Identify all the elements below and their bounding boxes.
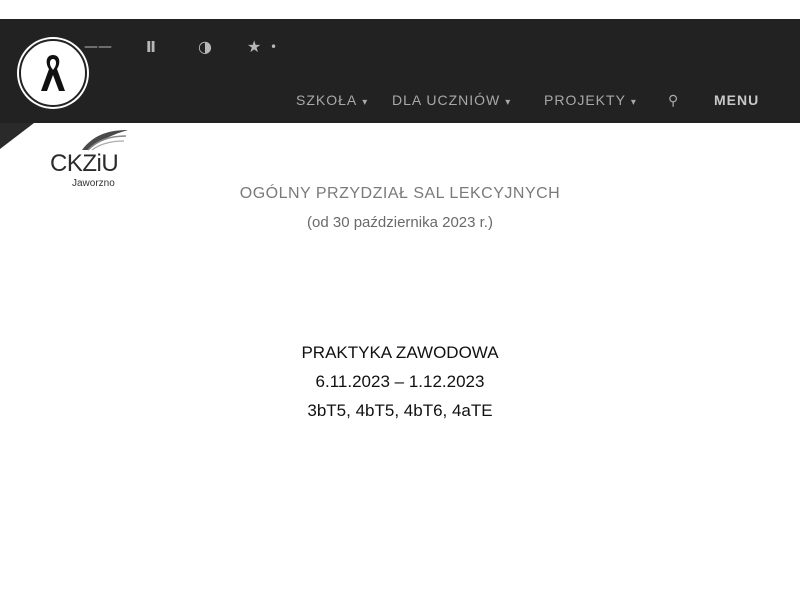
logo-text: CKZiU	[50, 150, 119, 177]
menu-button[interactable]: MENU	[714, 85, 759, 115]
logo-swoosh-icon	[82, 130, 128, 151]
accessibility-icon[interactable]: ★	[247, 35, 269, 59]
practice-dates: 6.11.2023 – 1.12.2023	[315, 372, 485, 391]
nav-item-label: DLA UCZNIÓW	[392, 92, 501, 108]
chevron-down-icon: ▾	[362, 97, 369, 108]
nav-item-projekty[interactable]: PROJEKTY ▾	[544, 85, 637, 118]
search-button[interactable]: ⚲	[668, 85, 688, 115]
header-corner-decoration	[0, 123, 34, 149]
practice-classes: 3bT5, 4bT5, 4bT6, 4aTE	[307, 401, 493, 420]
practice-title: PRAKTYKA ZAWODOWA	[301, 343, 499, 362]
chevron-down-icon: ▾	[505, 97, 512, 108]
nav-item-label: PROJEKTY	[544, 92, 626, 108]
contrast-icon[interactable]: ◑	[198, 35, 220, 59]
page-subtitle: (od 30 października 2023 r.)	[307, 214, 493, 231]
nav-item-label: SZKOŁA	[296, 92, 358, 108]
nav-item-dla-uczniow[interactable]: DLA UCZNIÓW ▾	[392, 85, 511, 118]
page-title: OGÓLNY PRZYDZIAŁ SAL LEKCYJNYCH	[239, 185, 561, 202]
facebook-icon[interactable]: ——	[84, 35, 112, 59]
search-icon: ⚲	[668, 92, 680, 108]
practice-info: PRAKTYKA ZAWODOWA 6.11.2023 – 1.12.2023 …	[0, 338, 800, 425]
gallery-icon[interactable]: Ⅱ	[146, 35, 168, 59]
main-nav: SZKOŁA ▾ DLA UCZNIÓW ▾ PROJEKTY ▾ ⚲ MENU	[0, 85, 800, 115]
more-icon[interactable]: •	[270, 35, 282, 59]
page-heading: OGÓLNY PRZYDZIAŁ SAL LEKCYJNYCH (od 30 p…	[0, 182, 800, 235]
nav-item-szkola[interactable]: SZKOŁA ▾	[296, 85, 368, 118]
top-navigation-bar: —— Ⅱ ◑ ★ • SZKOŁA ▾ DLA UCZNIÓW ▾ PROJEKTY…	[0, 19, 800, 123]
chevron-down-icon: ▾	[630, 97, 637, 108]
